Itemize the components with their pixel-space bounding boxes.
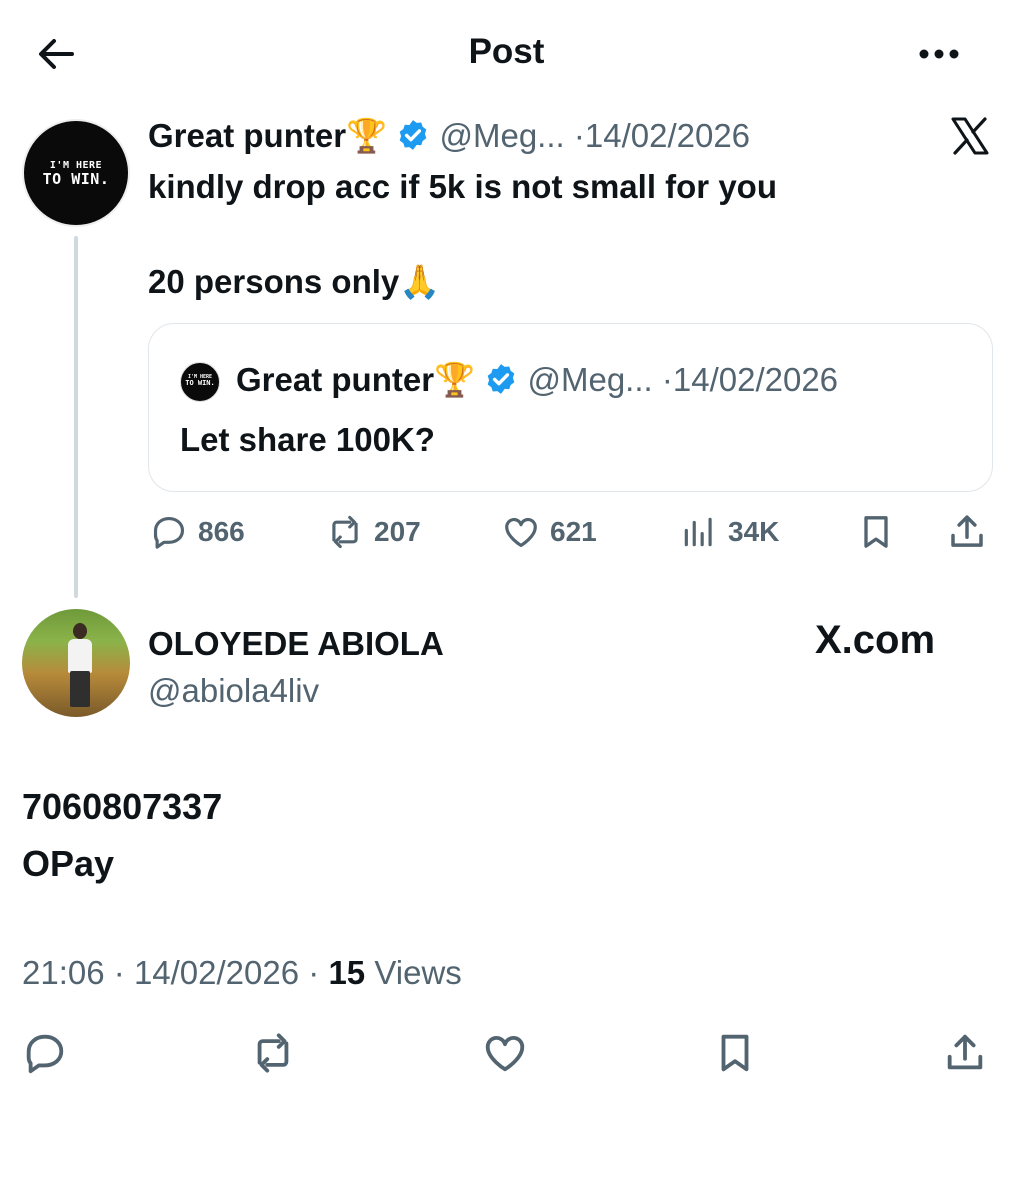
quoted-verified-badge-icon xyxy=(487,364,515,394)
reply-icon[interactable] xyxy=(22,1030,68,1076)
meta-separator: · xyxy=(113,954,125,991)
reply-meta-row: 21:06 · 14/02/2026 · 15 Views xyxy=(22,953,462,993)
dot-separator: · xyxy=(573,117,585,154)
author-name[interactable]: Great punter xyxy=(148,117,346,154)
author-handle[interactable]: @Meg... xyxy=(439,117,564,154)
verified-badge-icon xyxy=(399,120,427,150)
bookmark-icon[interactable] xyxy=(856,510,896,554)
reply-count: 866 xyxy=(198,516,245,547)
repost-action[interactable]: 207 xyxy=(326,510,421,554)
views-action[interactable]: 34K xyxy=(680,510,779,554)
heart-icon[interactable] xyxy=(482,1030,528,1076)
post-text-line-1: kindly drop acc if 5k is not small for y… xyxy=(148,168,777,205)
quoted-post-text: Let share 100K? xyxy=(180,421,435,458)
quoted-post-card[interactable] xyxy=(148,323,993,492)
share-icon[interactable] xyxy=(942,1030,988,1076)
reply-author-name[interactable]: OLOYEDE ABIOLA xyxy=(148,624,444,664)
bookmark-icon[interactable] xyxy=(712,1030,758,1076)
reply-icon xyxy=(153,516,185,549)
like-count: 621 xyxy=(550,516,597,547)
quoted-author-row: Great punter🏆 @Meg... ·14/02/2026 xyxy=(236,360,838,400)
quoted-author-avatar: I'M HERE TO WIN. xyxy=(180,362,220,402)
quoted-author-handle: @Meg... xyxy=(527,361,653,398)
avatar-person-body xyxy=(68,639,92,673)
thread-connector-line xyxy=(74,236,78,598)
repost-icon xyxy=(332,515,358,549)
avatar-person-legs xyxy=(70,671,90,707)
reply-action[interactable]: 866 xyxy=(150,510,245,554)
avatar-person-head xyxy=(73,623,87,639)
trophy-emoji: 🏆 xyxy=(346,116,388,155)
share-icon[interactable] xyxy=(946,510,988,554)
heart-icon xyxy=(505,517,537,548)
post-author-row: Great punter🏆 @Meg... ·14/02/2026 xyxy=(148,116,750,156)
reply-time[interactable]: 21:06 xyxy=(22,954,105,991)
analytics-icon xyxy=(684,517,712,547)
repost-count: 207 xyxy=(374,516,421,547)
quoted-avatar-text-line-2: TO WIN. xyxy=(185,379,215,387)
like-action[interactable]: 621 xyxy=(502,510,597,554)
repost-icon[interactable] xyxy=(250,1030,296,1076)
reply-text-line-1: 7060807337 xyxy=(22,786,223,827)
post-text-line-2: 20 persons only xyxy=(148,263,400,300)
reply-views-label: Views xyxy=(374,954,462,991)
reply-date[interactable]: 14/02/2026 xyxy=(134,954,299,991)
meta-separator-2: · xyxy=(308,954,320,991)
view-count: 34K xyxy=(728,516,780,547)
xcom-watermark: X.com xyxy=(815,618,936,662)
post-date[interactable]: 14/02/2026 xyxy=(585,117,750,154)
reply-author-handle[interactable]: @abiola4liv xyxy=(148,671,319,711)
pray-emoji: 🙏 xyxy=(399,262,441,301)
quoted-trophy-emoji: 🏆 xyxy=(434,360,476,399)
quoted-post-date: 14/02/2026 xyxy=(672,361,839,398)
x-logo-icon xyxy=(951,117,989,155)
more-options-icon[interactable] xyxy=(914,32,964,76)
author-avatar[interactable]: I'M HERE TO WIN. xyxy=(22,119,130,227)
page-title: Post xyxy=(468,32,545,71)
quoted-dot-separator: · xyxy=(661,361,673,398)
post-text-line-2-wrap: 20 persons only🙏 xyxy=(148,262,440,302)
avatar-text-line-2: TO WIN. xyxy=(42,169,110,188)
reply-author-avatar[interactable] xyxy=(22,609,130,717)
reply-views-count: 15 xyxy=(328,954,366,991)
reply-text-line-2: OPay xyxy=(22,843,115,884)
quoted-author-name: Great punter xyxy=(236,361,435,398)
